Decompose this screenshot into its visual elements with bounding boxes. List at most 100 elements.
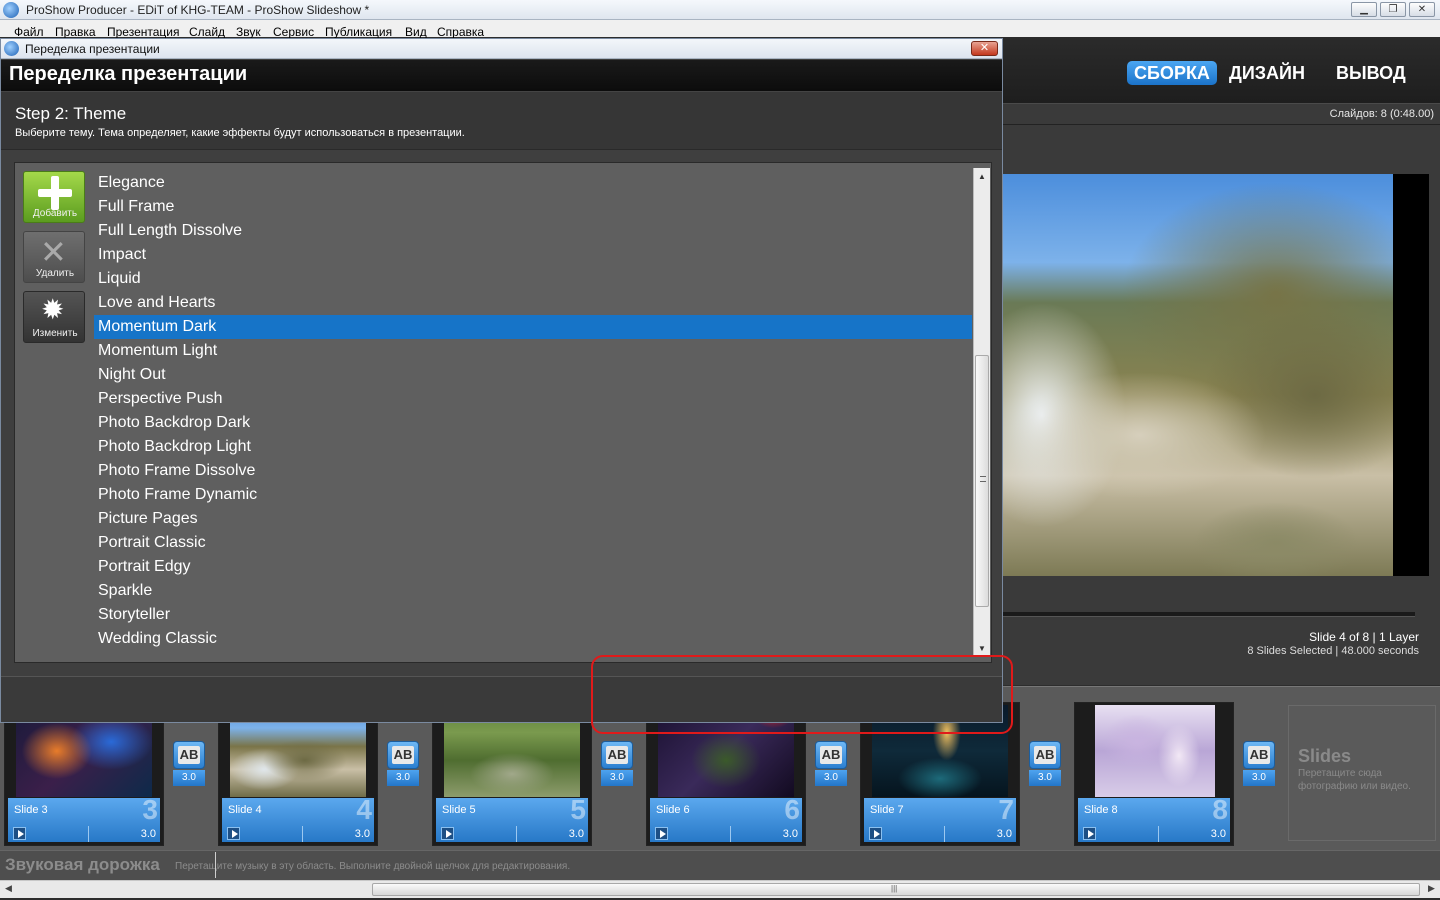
slide-duration[interactable]: 3.0 xyxy=(997,828,1012,840)
menu-file[interactable]: Файл xyxy=(14,25,44,39)
theme-item[interactable]: Sparkle xyxy=(94,579,972,603)
theme-item[interactable]: Photo Backdrop Dark xyxy=(94,411,972,435)
transition[interactable]: AB 3.0 xyxy=(599,741,635,789)
transition[interactable]: AB 3.0 xyxy=(813,741,849,789)
theme-item[interactable]: Photo Backdrop Light xyxy=(94,435,972,459)
theme-item[interactable]: Night Out xyxy=(94,363,972,387)
menu-bar: Файл Правка Презентация Слайд Звук Серви… xyxy=(0,20,1440,39)
transition-duration[interactable]: 3.0 xyxy=(815,770,847,786)
theme-item[interactable]: Wedding Classic xyxy=(94,627,972,651)
slide-duration[interactable]: 3.0 xyxy=(1211,828,1226,840)
scroll-down-icon[interactable]: ▼ xyxy=(978,644,986,653)
preview-image[interactable] xyxy=(1003,174,1393,576)
slide-card[interactable]: Slide 4 4 3.0 xyxy=(218,702,378,846)
theme-item[interactable]: Momentum Light xyxy=(94,339,972,363)
slide-duration[interactable]: 3.0 xyxy=(355,828,370,840)
scrollbar-thumb[interactable]: ||| xyxy=(372,883,1420,896)
slide-card[interactable]: Slide 3 3 3.0 xyxy=(4,702,164,846)
soundtrack-area[interactable]: Звуковая дорожка Перетащите музыку в эту… xyxy=(0,850,1440,880)
add-theme-button[interactable]: Добавить xyxy=(23,171,85,223)
dialog-close-button[interactable]: ✕ xyxy=(971,41,998,56)
theme-item[interactable]: Photo Frame Dynamic xyxy=(94,483,972,507)
tab-build[interactable]: СБОРКА xyxy=(1127,61,1217,85)
scroll-up-icon[interactable]: ▲ xyxy=(978,172,986,181)
slide-info: Slide 4 of 8 | 1 Layer xyxy=(1309,630,1419,644)
delete-theme-button[interactable]: ✕ Удалить xyxy=(23,231,85,283)
theme-item[interactable]: Elegance xyxy=(94,171,972,195)
theme-item[interactable]: Portrait Edgy xyxy=(94,555,972,579)
slide-duration[interactable]: 3.0 xyxy=(569,828,584,840)
menu-view[interactable]: Вид xyxy=(405,25,427,39)
menu-sound[interactable]: Звук xyxy=(236,25,261,39)
menu-help[interactable]: Справка xyxy=(437,25,484,39)
theme-item[interactable]: Photo Frame Dissolve xyxy=(94,459,972,483)
transition-icon[interactable]: AB xyxy=(601,741,633,769)
theme-list-scrollbar[interactable]: ▲ ▼ xyxy=(973,168,990,657)
theme-list[interactable]: Elegance Full Frame Full Length Dissolve… xyxy=(94,171,972,655)
transition-icon[interactable]: AB xyxy=(1243,741,1275,769)
theme-item[interactable]: Full Length Dissolve xyxy=(94,219,972,243)
menu-tools[interactable]: Сервис xyxy=(273,25,314,39)
play-icon[interactable] xyxy=(655,827,668,840)
theme-item[interactable]: Full Frame xyxy=(94,195,972,219)
slide-thumbnail xyxy=(1095,705,1215,797)
tab-design[interactable]: ДИЗАЙН xyxy=(1229,61,1305,85)
soundtrack-hint: Перетащите музыку в эту область. Выполни… xyxy=(175,861,571,872)
slide-name: Slide 4 xyxy=(228,804,262,816)
grip-icon xyxy=(980,476,986,482)
slides-drop-zone[interactable]: Slides Перетащите сюда фотографию или ви… xyxy=(1288,705,1436,841)
slide-duration[interactable]: 3.0 xyxy=(783,828,798,840)
slide-card[interactable]: Slide 5 5 3.0 xyxy=(432,702,592,846)
theme-item-selected[interactable]: Momentum Dark xyxy=(94,315,972,339)
theme-item[interactable]: Picture Pages xyxy=(94,507,972,531)
transition-duration[interactable]: 3.0 xyxy=(601,770,633,786)
transition-duration[interactable]: 3.0 xyxy=(387,770,419,786)
slide-number: 5 xyxy=(570,794,586,825)
close-app-button[interactable]: ✕ xyxy=(1409,2,1435,17)
scroll-right-icon[interactable]: ▶ xyxy=(1428,883,1435,894)
transition[interactable]: AB 3.0 xyxy=(171,741,207,789)
transition-duration[interactable]: 3.0 xyxy=(173,770,205,786)
play-icon[interactable] xyxy=(13,827,26,840)
preview-progress-bar[interactable] xyxy=(1003,612,1415,617)
theme-item[interactable]: Love and Hearts xyxy=(94,291,972,315)
slide-duration[interactable]: 3.0 xyxy=(141,828,156,840)
play-icon[interactable] xyxy=(441,827,454,840)
theme-item[interactable]: Impact xyxy=(94,243,972,267)
menu-publish[interactable]: Публикация xyxy=(325,25,392,39)
transition-duration[interactable]: 3.0 xyxy=(1029,770,1061,786)
menu-edit[interactable]: Правка xyxy=(55,25,96,39)
theme-item[interactable]: Storyteller xyxy=(94,603,972,627)
scroll-left-icon[interactable]: ◀ xyxy=(5,883,12,894)
slide-name: Slide 3 xyxy=(14,804,48,816)
transition[interactable]: AB 3.0 xyxy=(385,741,421,789)
tab-output[interactable]: ВЫВОД xyxy=(1336,61,1406,85)
transition-icon[interactable]: AB xyxy=(1029,741,1061,769)
menu-slide[interactable]: Слайд xyxy=(189,25,225,39)
menu-presentation[interactable]: Презентация xyxy=(107,25,180,39)
transition-icon[interactable]: AB xyxy=(387,741,419,769)
scrollbar-thumb[interactable] xyxy=(975,355,989,607)
theme-item[interactable]: Portrait Classic xyxy=(94,531,972,555)
play-icon[interactable] xyxy=(227,827,240,840)
transition-duration[interactable]: 3.0 xyxy=(1243,770,1275,786)
transition-icon[interactable]: AB xyxy=(815,741,847,769)
theme-item[interactable]: Liquid xyxy=(94,267,972,291)
app-icon[interactable] xyxy=(3,2,19,18)
minimize-button[interactable]: ▁ xyxy=(1351,2,1377,17)
step-header: Step 2: Theme Выберите тему. Тема опреде… xyxy=(1,92,1002,150)
play-icon[interactable] xyxy=(869,827,882,840)
theme-item[interactable]: Perspective Push xyxy=(94,387,972,411)
slide-card[interactable]: Slide 8 8 3.0 xyxy=(1074,702,1234,846)
transition[interactable]: AB 3.0 xyxy=(1027,741,1063,789)
horizontal-scrollbar[interactable]: ◀ ||| ▶ xyxy=(0,880,1440,898)
play-icon[interactable] xyxy=(1083,827,1096,840)
delete-icon: ✕ xyxy=(40,234,67,270)
restore-button[interactable]: ❐ xyxy=(1380,2,1406,17)
transition-icon[interactable]: AB xyxy=(173,741,205,769)
transition[interactable]: AB 3.0 xyxy=(1241,741,1277,789)
dialog-title: Переделка презентации xyxy=(9,63,248,85)
transition-label: AB xyxy=(605,746,629,764)
soundtrack-title: Звуковая дорожка xyxy=(5,855,160,874)
edit-theme-button[interactable]: ✹ Изменить xyxy=(23,291,85,343)
